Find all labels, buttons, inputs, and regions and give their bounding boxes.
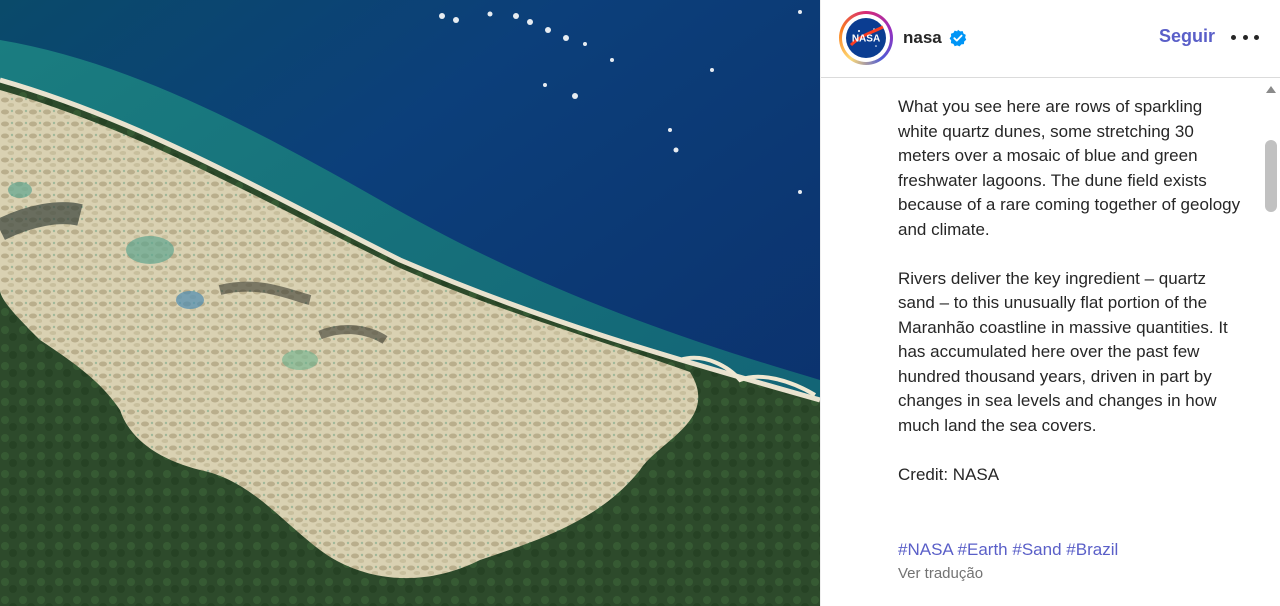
hashtag-earth[interactable]: #Earth [958, 540, 1008, 559]
avatar: NASA [845, 17, 887, 59]
hashtag-list: #NASA #Earth #Sand #Brazil [898, 540, 1118, 560]
instagram-post: NASA nasa Seguir What you see here are r… [0, 0, 1280, 606]
hashtag-sand[interactable]: #Sand [1012, 540, 1061, 559]
post-header: NASA nasa Seguir [821, 0, 1280, 78]
more-options-icon[interactable] [1231, 25, 1259, 49]
scroll-up-arrow-icon[interactable] [1266, 86, 1276, 93]
see-translation-link[interactable]: Ver tradução [898, 565, 983, 582]
hashtag-nasa[interactable]: #NASA [898, 540, 953, 559]
hashtag-brazil[interactable]: #Brazil [1066, 540, 1118, 559]
post-side-panel: NASA nasa Seguir What you see here are r… [820, 0, 1280, 606]
scrollbar-thumb[interactable] [1265, 140, 1277, 212]
caption-scrollbar[interactable] [1263, 80, 1279, 606]
nasa-logo-icon: NASA [846, 18, 886, 58]
username[interactable]: nasa [903, 28, 942, 48]
post-caption: What you see here are rows of sparkling … [898, 95, 1243, 512]
caption-paragraph: What you see here are rows of sparkling … [898, 97, 1241, 239]
caption-credit: Credit: NASA [898, 464, 1000, 484]
verified-badge-icon [949, 29, 967, 47]
nasa-logo-text: NASA [852, 34, 880, 45]
satellite-image [0, 0, 820, 606]
follow-button[interactable]: Seguir [1159, 26, 1215, 47]
post-image[interactable] [0, 0, 820, 606]
avatar-story-ring[interactable]: NASA [839, 11, 893, 65]
caption-paragraph: Rivers deliver the key ingredient – quar… [898, 268, 1228, 435]
